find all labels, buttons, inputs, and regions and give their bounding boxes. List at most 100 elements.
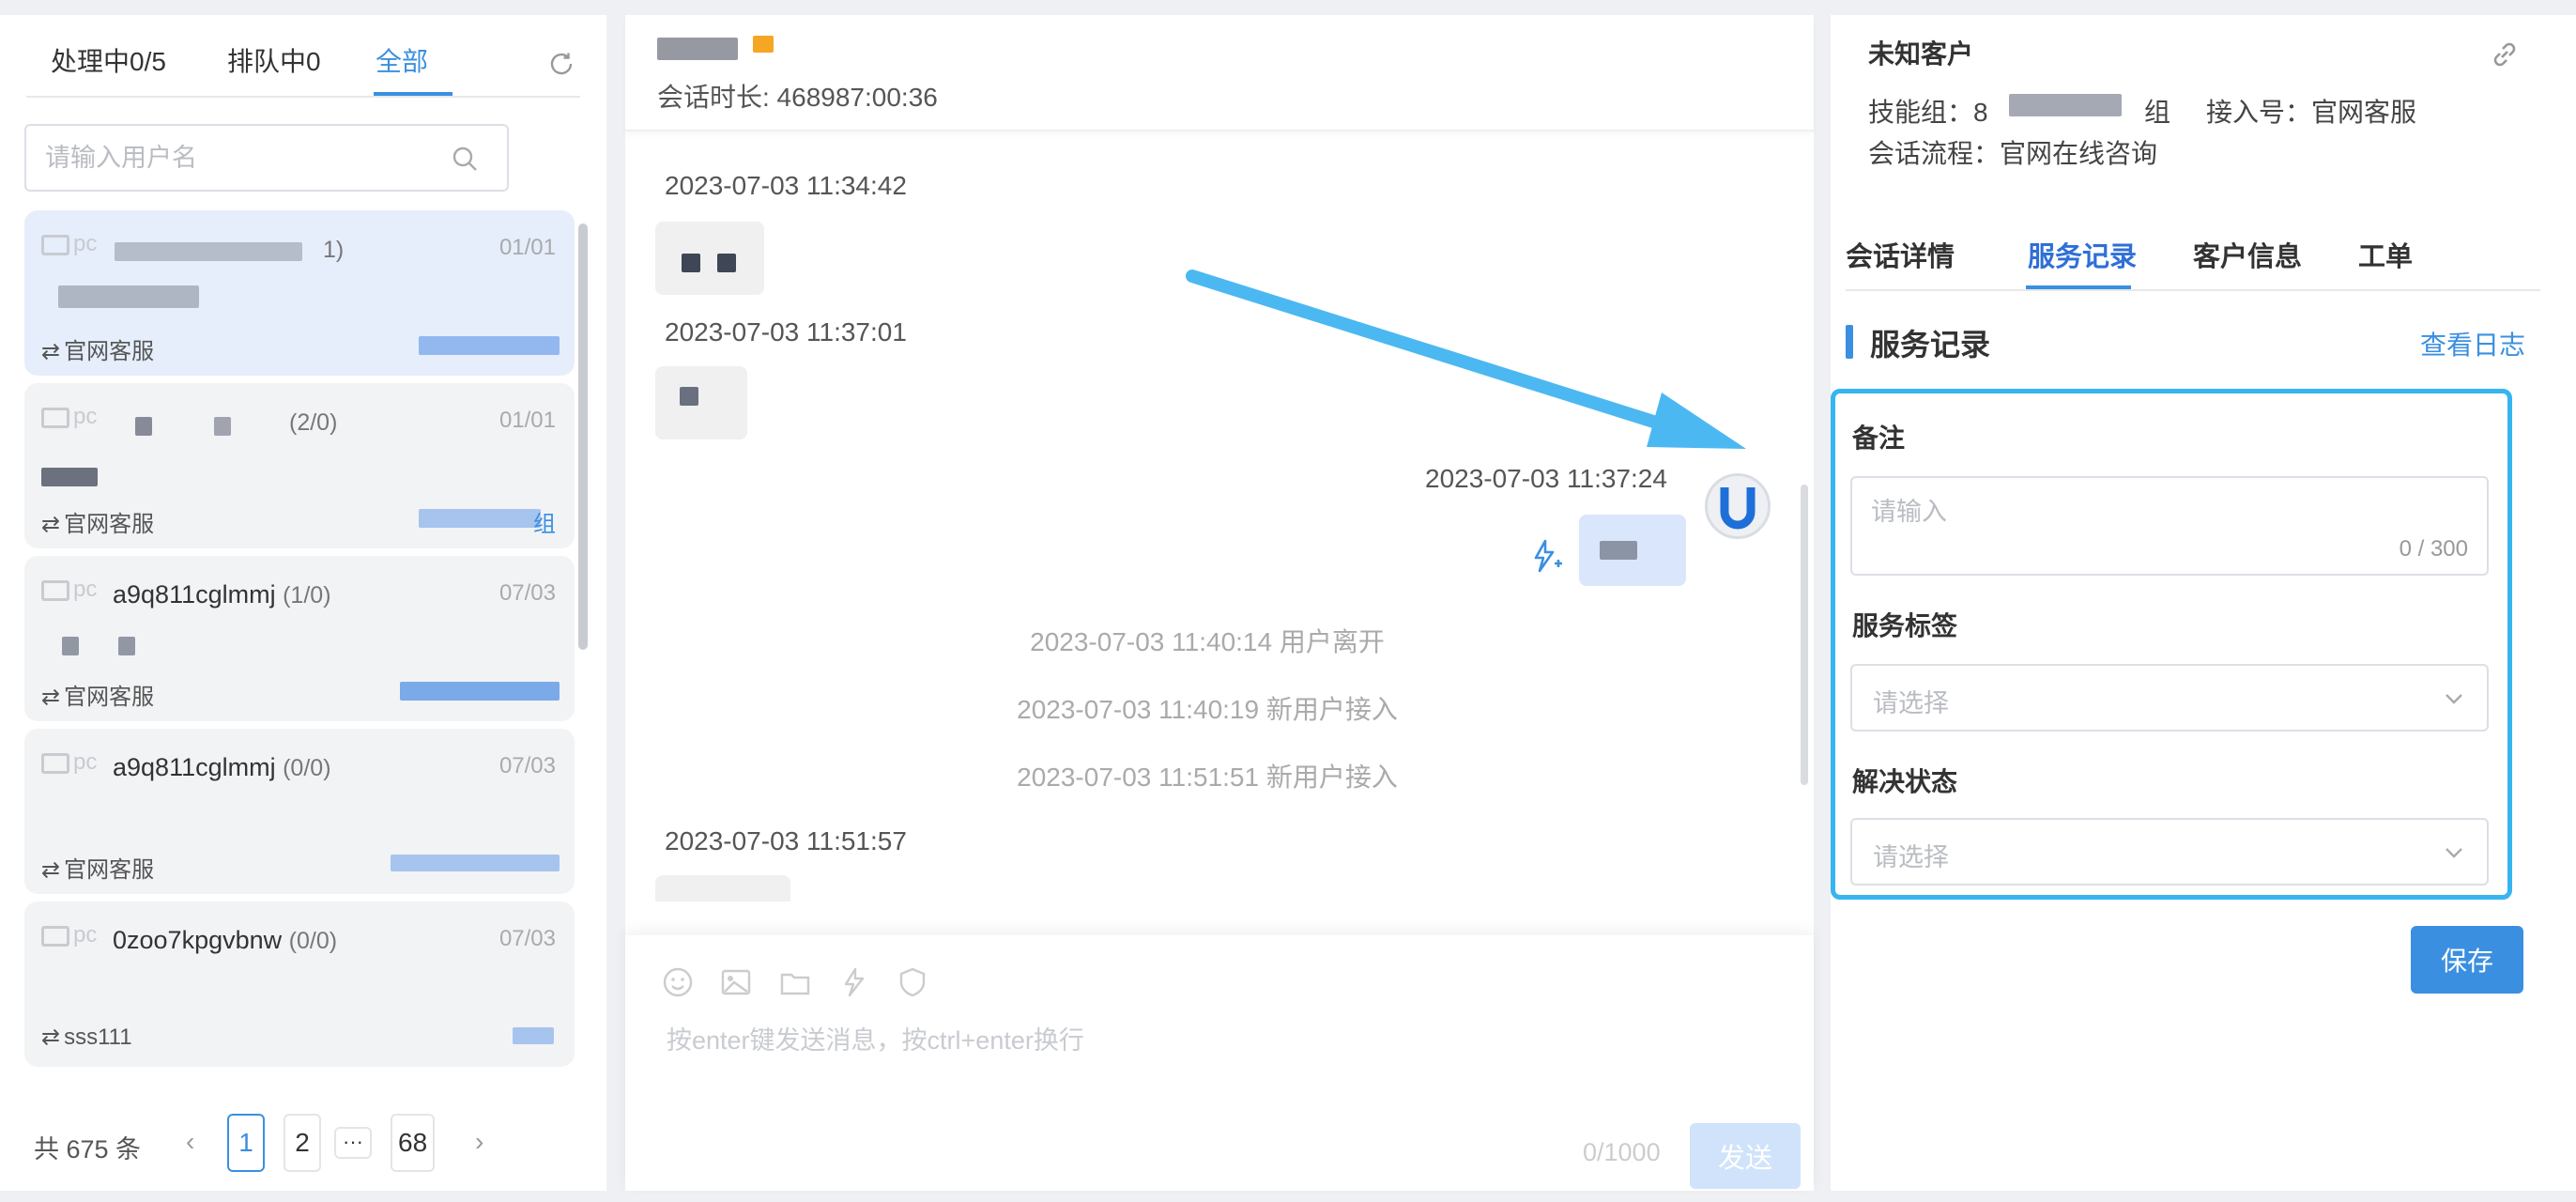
conversation-channel: ⇄ sss111 [41,1025,132,1050]
conversation-list: pc 1) 01/01 ⇄ 官网客服 pc (2/0) 01/01 ⇄ 官网客服 组… [24,210,575,1080]
emoji-icon[interactable] [661,965,695,999]
pc-source: pc [41,404,97,430]
brand-logo-icon [1720,487,1756,530]
message-bubble [655,222,764,295]
message-time: 2023-07-03 11:51:57 [665,826,907,855]
conversation-count: 1) [323,237,345,263]
conversation-tabs: 处理中0/5 排队中0 全部 [26,15,580,98]
customer-name: 未知客户 [1868,39,1974,69]
page-68[interactable]: 68 [391,1114,436,1172]
agent-avatar [1705,473,1771,539]
quick-reply-icon[interactable] [1526,537,1564,575]
remark-counter: 0 / 300 [2399,536,2468,562]
section-title: 服务记录 [1870,328,1991,362]
tab-queueing[interactable]: 排队中0 [227,41,321,79]
message-bubble-mine [1579,515,1686,586]
message-time: 2023-07-03 11:34:42 [665,171,907,200]
active-tab-indicator [374,92,452,96]
conversation-count: (2/0) [289,409,338,436]
send-button[interactable]: 发送 [1690,1123,1801,1189]
conversation-item[interactable]: pc 0zoo7kpgvbnw (0/0) 07/03 ⇄ sss111 [24,902,575,1067]
customer-panel: 未知客户 技能组：8 组 接入号：官网客服 会话流程：官网在线咨询 会话详情 服… [1831,15,2576,1191]
active-tab-indicator [2026,285,2131,289]
switch-icon: ⇄ [41,685,61,710]
tab-processing[interactable]: 处理中0/5 [51,41,166,79]
remark-field: 0 / 300 [1850,476,2489,576]
conversation-list-panel: 处理中0/5 排队中0 全部 pc 1) 01/01 ⇄官网客服 pc [0,15,606,1191]
message-area: 2023-07-03 11:34:42 2023-07-03 11:37:01 … [625,131,1789,902]
conversation-channel: ⇄ 官网客服 [41,512,155,537]
tab-all[interactable]: 全部 [376,41,428,79]
detail-tabs: 会话详情 服务记录 客户信息 工单 [1846,212,2540,291]
page-2[interactable]: 2 [284,1114,321,1172]
save-button[interactable]: 保存 [2411,926,2523,994]
search-input[interactable] [45,139,439,177]
conversation-name: 0zoo7kpgvbnw (0/0) [113,926,338,954]
monitor-icon [41,752,69,774]
conversation-channel: ⇄ 官网客服 [41,339,155,364]
composer-toolbar [661,965,929,999]
conversation-item[interactable]: pc 1) 01/01 ⇄ 官网客服 [24,210,575,376]
switch-icon: ⇄ [41,1025,61,1050]
service-tag-select[interactable]: 请选择 [1850,664,2489,732]
message-time: 2023-07-03 11:37:01 [665,317,907,347]
conversation-channel: ⇄ 官网客服 [41,857,155,883]
section-marker [1846,325,1853,359]
total-count: 共 675 条 [34,1135,142,1163]
conversation-item[interactable]: pc a9q811cglmmj (0/0) 07/03 ⇄ 官网客服 [24,729,575,894]
agent-name-redacted [657,38,738,60]
page-ellipsis[interactable]: ··· [334,1127,372,1159]
chat-panel: 会话时长: 468987:00:36 2023-07-03 11:34:42 2… [625,15,1814,1191]
conversation-item[interactable]: pc (2/0) 01/01 ⇄ 官网客服 组 [24,383,575,548]
monitor-icon [41,234,69,255]
image-icon[interactable] [719,965,753,999]
desktop-badge-icon [753,36,774,53]
conversation-item[interactable]: pc a9q811cglmmj (1/0) 07/03 ⇄ 官网客服 [24,556,575,721]
conversation-date: 01/01 [498,408,556,433]
monitor-icon [41,925,69,947]
list-scrollbar[interactable] [578,223,588,650]
monitor-icon [41,407,69,428]
switch-icon: ⇄ [41,339,61,364]
conversation-name: a9q811cglmmj (0/0) [113,753,331,781]
pc-source: pc [41,922,97,948]
message-bubble [655,366,747,439]
view-log-link[interactable]: 查看日志 [2420,325,2525,362]
next-page-icon[interactable]: › [475,1127,483,1157]
user-search-box [24,124,509,192]
remark-input[interactable] [1871,491,2434,557]
tab-service-record[interactable]: 服务记录 [2028,235,2137,274]
switch-icon: ⇄ [41,857,61,883]
message-bubble: 1 [655,875,790,902]
conversation-date: 07/03 [498,580,556,606]
skill-group-suffix: 组 [2144,98,2171,127]
chevron-down-icon [2446,848,2462,858]
page-1[interactable]: 1 [227,1114,265,1172]
resolve-status-label: 解决状态 [1852,767,1958,796]
tab-session-detail[interactable]: 会话详情 [1846,235,1955,274]
message-input[interactable] [667,1020,1774,1104]
access-number: 接入号：官网客服 [2206,98,2417,127]
conversation-name: a9q811cglmmj (1/0) [113,580,331,609]
shield-icon[interactable] [896,965,929,999]
skill-group-label: 技能组：8 [1868,98,1988,127]
monitor-icon [41,579,69,601]
session-flow: 会话流程：官网在线咨询 [1868,139,2158,168]
message-time: 2023-07-03 11:37:24 [1425,464,1667,493]
folder-icon[interactable] [778,965,812,999]
conversation-group-tail: 组 [533,512,556,537]
service-record-form: 备注 0 / 300 服务标签 请选择 解决状态 请选择 [1831,389,2512,900]
search-icon[interactable] [451,145,479,173]
chat-header: 会话时长: 468987:00:36 [625,15,1814,131]
chat-scrollbar[interactable] [1801,485,1808,785]
quick-phrase-icon[interactable] [836,965,870,999]
tab-work-order[interactable]: 工单 [2358,235,2413,274]
link-icon[interactable] [2488,38,2522,71]
pc-source: pc [41,749,97,776]
refresh-icon[interactable] [546,49,576,79]
tab-customer-info[interactable]: 客户信息 [2193,235,2302,274]
pagination: 共 675 条 ‹ 1 2 ··· 68 › [34,1114,560,1174]
prev-page-icon[interactable]: ‹ [186,1127,194,1157]
system-event: 2023-07-03 11:51:51 新用户接入 [1017,763,1398,792]
resolve-status-select[interactable]: 请选择 [1850,818,2489,886]
